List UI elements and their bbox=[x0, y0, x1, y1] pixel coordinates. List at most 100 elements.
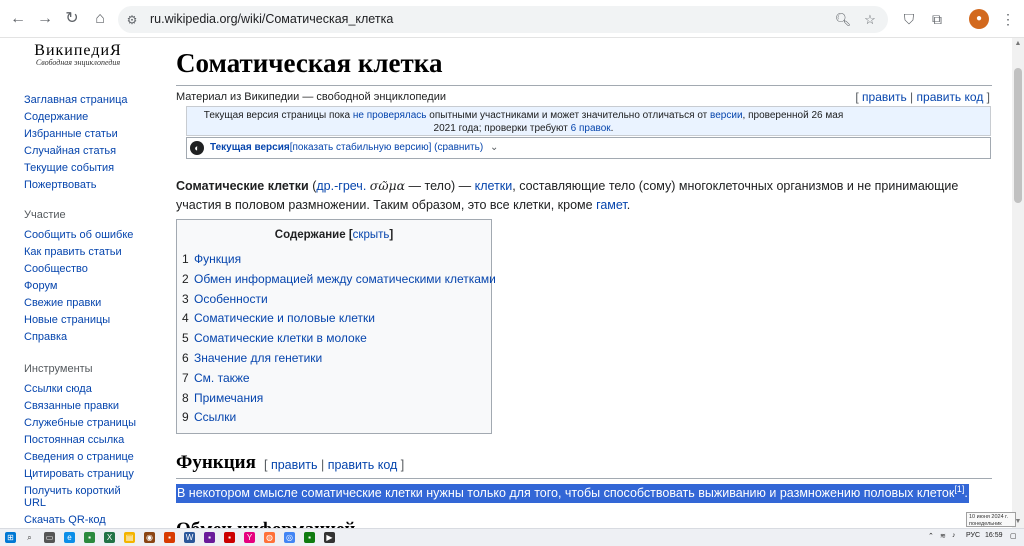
sidebar-link-report-error[interactable]: Сообщить об ошибке bbox=[24, 227, 133, 244]
reload-icon[interactable]: ↻ bbox=[62, 9, 82, 29]
wifi-icon[interactable]: ≋ bbox=[940, 532, 946, 540]
toc-item-link[interactable]: Примечания bbox=[194, 389, 263, 409]
selected-paragraph[interactable]: В некотором смысле соматические клетки н… bbox=[176, 484, 969, 503]
toc-item-link[interactable]: Соматические и половые клетки bbox=[194, 309, 375, 329]
show-stable-version-link[interactable]: [показать стабильную версию] bbox=[290, 142, 432, 153]
app-icon[interactable]: ▪ bbox=[304, 532, 315, 543]
sidebar-link-page-info[interactable]: Сведения о странице bbox=[24, 449, 136, 466]
profile-avatar-icon[interactable]: ● bbox=[969, 9, 989, 29]
yandex-icon[interactable]: Y bbox=[244, 532, 255, 543]
chevron-down-icon[interactable]: ⌄ bbox=[490, 142, 498, 153]
menu-kebab-icon[interactable]: ⋮ bbox=[998, 9, 1018, 29]
section-edit-link[interactable]: править bbox=[271, 458, 318, 472]
edge-icon[interactable]: e bbox=[64, 532, 75, 543]
reference-1[interactable]: [1] bbox=[954, 484, 964, 494]
zoom-icon[interactable]: 🔍︎ bbox=[834, 11, 852, 29]
sidebar-link-qr-code[interactable]: Скачать QR-код bbox=[24, 512, 136, 529]
sidebar-link-new-pages[interactable]: Новые страницы bbox=[24, 312, 133, 329]
toc-item[interactable]: 5 Соматические клетки в молоке bbox=[182, 329, 496, 349]
toc-item-link[interactable]: Особенности bbox=[194, 290, 268, 310]
sidebar-link-related-changes[interactable]: Связанные правки bbox=[24, 398, 136, 415]
sidebar-link-help[interactable]: Справка bbox=[24, 329, 133, 346]
tray-chevron-icon[interactable]: ⌃ bbox=[928, 532, 934, 540]
sidebar-link-community[interactable]: Сообщество bbox=[24, 261, 133, 278]
wikipedia-logo[interactable]: ВикипедиЯ Свободная энциклопедия bbox=[28, 42, 128, 67]
language-indicator[interactable]: РУС bbox=[966, 532, 980, 539]
sidebar-link-donate[interactable]: Пожертвовать bbox=[24, 177, 128, 194]
toc-item[interactable]: 4 Соматические и половые клетки bbox=[182, 309, 496, 329]
edit-code-link[interactable]: править код bbox=[917, 90, 984, 104]
sidebar-link-cite-page[interactable]: Цитировать страницу bbox=[24, 466, 136, 483]
toc-item[interactable]: 7 См. также bbox=[182, 369, 496, 389]
notice-edits-link[interactable]: 6 правок bbox=[571, 123, 611, 134]
sidebar-link-special-pages[interactable]: Служебные страницы bbox=[24, 415, 136, 432]
table-of-contents: Содержание [скрыть] 1 Функция 2 Обмен инфор… bbox=[176, 219, 496, 434]
firefox-icon[interactable]: ◍ bbox=[264, 532, 275, 543]
clock[interactable]: 16:59 bbox=[985, 532, 1003, 539]
toc-item[interactable]: 9 Ссылки bbox=[182, 408, 496, 428]
sidebar-link-featured[interactable]: Избранные статьи bbox=[24, 126, 128, 143]
media-player-icon[interactable]: ▶ bbox=[324, 532, 335, 543]
notice-unreviewed-link[interactable]: не проверялась bbox=[353, 110, 427, 121]
toc-item-link[interactable]: Функция bbox=[194, 250, 241, 270]
notification-icon[interactable]: ▢ bbox=[1010, 532, 1017, 540]
back-arrow-icon[interactable]: ← bbox=[8, 9, 28, 29]
app-icon[interactable]: ◉ bbox=[144, 532, 155, 543]
notice-version-link[interactable]: версии bbox=[710, 110, 743, 121]
section-edit-code-link[interactable]: править код bbox=[328, 458, 398, 472]
main-nav: Заглавная страница Содержание Избранные … bbox=[24, 92, 128, 194]
toc-item-link[interactable]: См. также bbox=[194, 369, 250, 389]
word-icon[interactable]: W bbox=[184, 532, 195, 543]
site-info-icon[interactable]: ⚙ bbox=[124, 12, 140, 28]
gametes-link[interactable]: гамет bbox=[596, 198, 627, 212]
extensions-puzzle-icon[interactable]: ⧉ bbox=[927, 9, 947, 29]
compare-link[interactable]: (сравнить) bbox=[434, 142, 483, 153]
forward-arrow-icon[interactable]: → bbox=[35, 9, 55, 29]
address-bar[interactable]: ⚙ ru.wikipedia.org/wiki/Соматическая_кле… bbox=[118, 6, 888, 33]
edit-link[interactable]: править bbox=[862, 90, 907, 104]
toc-item[interactable]: 8 Примечания bbox=[182, 389, 496, 409]
task-view-icon[interactable]: ▭ bbox=[44, 532, 55, 543]
scroll-thumb[interactable] bbox=[1014, 68, 1022, 203]
app-icon[interactable]: ▪ bbox=[224, 532, 235, 543]
sidebar-link-how-to-edit[interactable]: Как править статьи bbox=[24, 244, 133, 261]
url-text[interactable]: ru.wikipedia.org/wiki/Соматическая_клетк… bbox=[150, 12, 393, 26]
toc-item[interactable]: 2 Обмен информацией между соматическими к… bbox=[182, 270, 496, 290]
greek-language-link[interactable]: др.-греч. bbox=[316, 179, 366, 193]
sidebar-link-permanent-link[interactable]: Постоянная ссылка bbox=[24, 432, 136, 449]
toc-item[interactable]: 3 Особенности bbox=[182, 290, 496, 310]
notice-text: Текущая версия страницы пока bbox=[203, 110, 353, 121]
page-scrollbar[interactable]: ▲ ▼ bbox=[1012, 38, 1024, 528]
toc-item-link[interactable]: Значение для генетики bbox=[194, 349, 322, 369]
sidebar-link-contents[interactable]: Содержание bbox=[24, 109, 128, 126]
sidebar-link-what-links-here[interactable]: Ссылки сюда bbox=[24, 381, 136, 398]
home-icon[interactable]: ⌂ bbox=[90, 9, 110, 29]
sidebar-link-recent-changes[interactable]: Свежие правки bbox=[24, 295, 133, 312]
start-windows-icon[interactable]: ⊞ bbox=[5, 532, 16, 543]
sidebar-link-random[interactable]: Случайная статья bbox=[24, 143, 128, 160]
app-icon[interactable]: ▪ bbox=[164, 532, 175, 543]
bookmark-star-icon[interactable]: ☆ bbox=[861, 11, 879, 29]
toc-item[interactable]: 1 Функция bbox=[182, 250, 496, 270]
app-icon[interactable]: ▪ bbox=[84, 532, 95, 543]
search-icon[interactable]: ⌕ bbox=[24, 532, 35, 543]
excel-icon[interactable]: X bbox=[104, 532, 115, 543]
toc-item[interactable]: 6 Значение для генетики bbox=[182, 349, 496, 369]
scroll-up-arrow-icon[interactable]: ▲ bbox=[1012, 38, 1024, 50]
app-icon[interactable]: ▪ bbox=[204, 532, 215, 543]
toc-item-link[interactable]: Ссылки bbox=[194, 408, 236, 428]
sidebar-link-short-url[interactable]: Получить короткий URL bbox=[24, 485, 134, 509]
toc-item-link[interactable]: Соматические клетки в молоке bbox=[194, 329, 367, 349]
file-explorer-icon[interactable]: ▤ bbox=[124, 532, 135, 543]
toc-item-number: 8 bbox=[182, 390, 189, 405]
volume-icon[interactable]: ♪ bbox=[952, 532, 956, 539]
cells-link[interactable]: клетки bbox=[475, 179, 513, 193]
toc-hide-link[interactable]: скрыть bbox=[353, 229, 390, 241]
chrome-icon[interactable]: ◎ bbox=[284, 532, 295, 543]
sidebar-link-main-page[interactable]: Заглавная страница bbox=[24, 92, 128, 109]
shield-extension-icon[interactable]: ⛉ bbox=[899, 9, 919, 29]
toc-item-link[interactable]: Обмен информацией между соматическими кл… bbox=[194, 270, 496, 290]
sidebar-link-forum[interactable]: Форум bbox=[24, 278, 133, 295]
lead-text: . bbox=[626, 198, 631, 212]
sidebar-link-current-events[interactable]: Текущие события bbox=[24, 160, 128, 177]
